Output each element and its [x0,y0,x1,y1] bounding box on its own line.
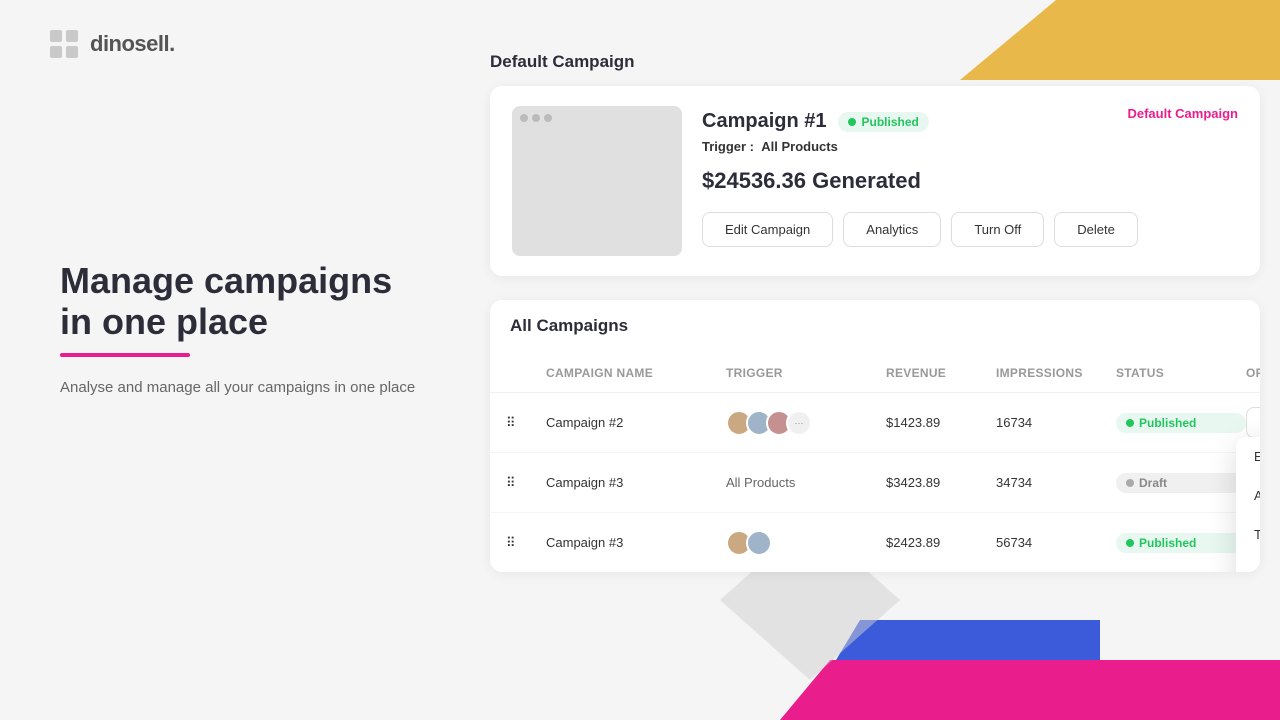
campaign-info: Campaign #1 Published Trigger : All Prod… [702,106,1238,247]
row-campaign-name: Campaign #2 [546,415,726,430]
row-impressions: 16734 [996,415,1116,430]
avatar-group: ··· [726,410,886,436]
row-status-dot [1126,419,1134,427]
turn-off-button[interactable]: Turn Off [951,212,1044,247]
dropdown-turn-off[interactable]: Turn Off Campaign [1236,515,1260,554]
default-campaign-card: Campaign #1 Published Trigger : All Prod… [490,86,1260,276]
row-operations: Actions ▼ Edit Campaign Analytics Turn O… [1246,407,1260,438]
row-revenue: $3423.89 [886,475,996,490]
edit-campaign-button[interactable]: Edit Campaign [702,212,833,247]
thumbnail-dots [520,114,552,122]
drag-handle[interactable]: ⠿ [506,415,546,431]
corner-decoration-pink [780,660,1280,720]
row-impressions: 34734 [996,475,1116,490]
row-status: Published [1116,533,1246,553]
row-trigger: All Products [726,475,886,490]
actions-button[interactable]: Actions ▼ [1246,407,1260,438]
row-status: Published [1116,413,1246,433]
th-status: Status [1116,366,1246,380]
thumbnail-dot-3 [544,114,552,122]
row-status-badge: Published [1116,533,1246,553]
row-campaign-name: Campaign #3 [546,475,726,490]
avatar-more: ··· [786,410,812,436]
hero-subtitle: Analyse and manage all your campaigns in… [60,377,420,400]
trigger-value: All Products [761,139,838,154]
drag-handle[interactable]: ⠿ [506,475,546,491]
th-name: Campaign Name [546,366,726,380]
logo: dinosell. [48,28,175,60]
default-campaign-label: Default Campaign [1127,106,1238,121]
th-revenue: Revenue [886,366,996,380]
dropdown-edit-campaign[interactable]: Edit Campaign [1236,437,1260,476]
th-operations: Operations [1246,366,1260,380]
row-trigger [726,530,886,556]
row-trigger: ··· [726,410,886,436]
hero-underline [60,353,190,357]
row-impressions: 56734 [996,535,1116,550]
left-panel: Manage campaigns in one place Analyse an… [60,260,420,399]
actions-dropdown: Edit Campaign Analytics Turn Off Campaig… [1236,437,1260,572]
logo-icon [48,28,80,60]
table-row: ⠿ Campaign #3 All Products $3423.89 3473… [490,453,1260,513]
row-status: Draft [1116,473,1246,493]
th-impressions: Impressions [996,366,1116,380]
campaign-thumbnail [512,106,682,256]
row-revenue: $2423.89 [886,535,996,550]
avatar-group [726,530,886,556]
campaign-name: Campaign #1 [702,110,826,133]
action-buttons: Edit Campaign Analytics Turn Off Delete [702,212,1238,247]
th-drag [506,366,546,380]
all-campaigns-title: All Campaigns [510,316,1240,336]
avatar-2 [746,530,772,556]
dropdown-set-default[interactable]: Set as Default [1236,554,1260,572]
drag-handle[interactable]: ⠿ [506,535,546,551]
row-status-dot-draft [1126,479,1134,487]
default-campaign-title: Default Campaign [490,52,1260,72]
status-dot [848,118,856,126]
row-campaign-name: Campaign #3 [546,535,726,550]
row-status-badge: Published [1116,413,1246,433]
campaign-status-badge: Published [838,112,928,132]
row-status-dot [1126,539,1134,547]
delete-button[interactable]: Delete [1054,212,1138,247]
row-revenue: $1423.89 [886,415,996,430]
table-row: ⠿ Campaign #3 $2423.89 56734 Published A… [490,513,1260,572]
all-campaigns-table: All Campaigns Campaign Name Trigger Reve… [490,300,1260,572]
hero-title: Manage campaigns in one place [60,260,420,343]
table-row: ⠿ Campaign #2 ··· $1423.89 16734 Publish… [490,393,1260,453]
main-panel: Default Campaign Campaign #1 Published T… [490,52,1260,572]
th-trigger: Trigger [726,366,886,380]
logo-text: dinosell. [90,31,175,57]
row-status-badge-draft: Draft [1116,473,1246,493]
table-header: Campaign Name Trigger Revenue Impression… [490,354,1260,393]
trigger-text: Trigger : All Products [702,139,1238,154]
dropdown-analytics[interactable]: Analytics [1236,476,1260,515]
revenue-text: $24536.36 Generated [702,168,1238,194]
thumbnail-dot-2 [532,114,540,122]
analytics-button[interactable]: Analytics [843,212,941,247]
thumbnail-dot-1 [520,114,528,122]
